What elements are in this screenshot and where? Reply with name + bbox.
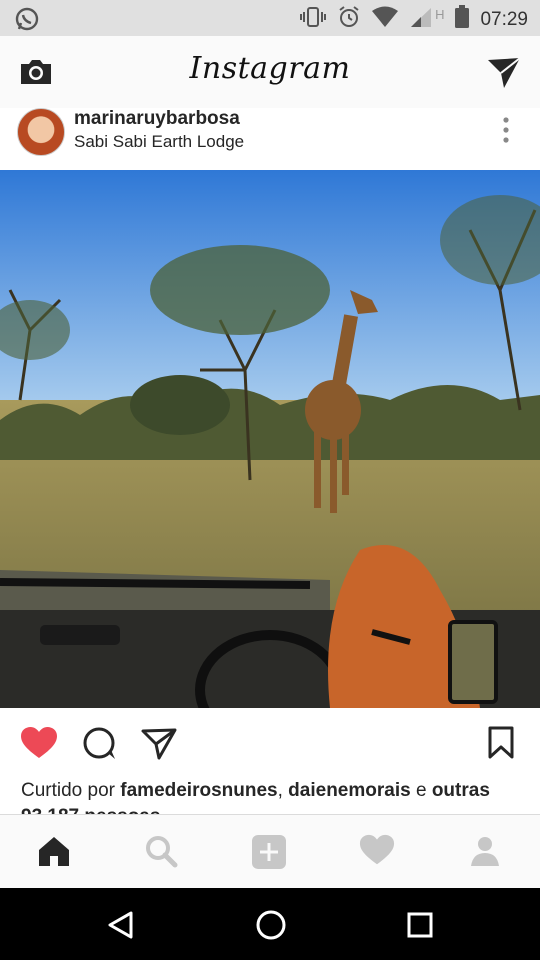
likes-separator: , [277,780,283,801]
likes-text: Curtido por famedeirosnunes, daienemorai… [21,778,540,816]
heart-icon[interactable] [20,726,58,765]
post-username[interactable]: marinaruybarbosa [74,108,240,130]
likes-conjunction: e [415,780,427,801]
bookmark-icon[interactable] [488,726,514,765]
profile-icon[interactable] [467,833,507,873]
home-circle-icon[interactable] [255,909,287,946]
signal-icon [409,6,433,33]
activity-icon[interactable] [359,833,399,873]
system-nav-bar [0,888,540,960]
app-title: Instagram [189,51,351,86]
post-actions [0,708,540,778]
search-icon[interactable] [143,833,183,873]
comment-icon[interactable] [82,726,118,767]
liked-by-user-2[interactable]: daienemorais [288,780,411,801]
post-photo[interactable] [0,170,540,708]
likes-others[interactable]: outras [432,780,490,801]
post-header: marinaruybarbosa Sabi Sabi Earth Lodge [0,108,540,170]
share-icon[interactable] [140,727,178,766]
vibrate-icon [299,6,327,33]
post-location[interactable]: Sabi Sabi Earth Lodge [74,132,244,152]
likes-prefix: Curtido por [21,780,115,801]
alarm-icon [337,5,361,34]
add-icon[interactable] [250,833,290,873]
avatar[interactable] [17,108,65,156]
app-bar: Instagram [0,36,540,109]
direct-message-icon[interactable] [486,56,522,90]
recents-icon[interactable] [406,911,434,944]
bottom-nav [0,814,540,889]
network-type-label: H [435,7,445,22]
status-bar: H 07:29 [0,0,540,36]
back-icon[interactable] [106,910,136,945]
clock: 07:29 [480,8,528,30]
whatsapp-icon [14,6,40,37]
home-icon[interactable] [36,833,76,873]
wifi-icon [371,6,399,33]
liked-by-user-1[interactable]: famedeirosnunes [120,780,277,801]
battery-icon [454,5,470,34]
more-options-icon[interactable] [502,116,510,144]
